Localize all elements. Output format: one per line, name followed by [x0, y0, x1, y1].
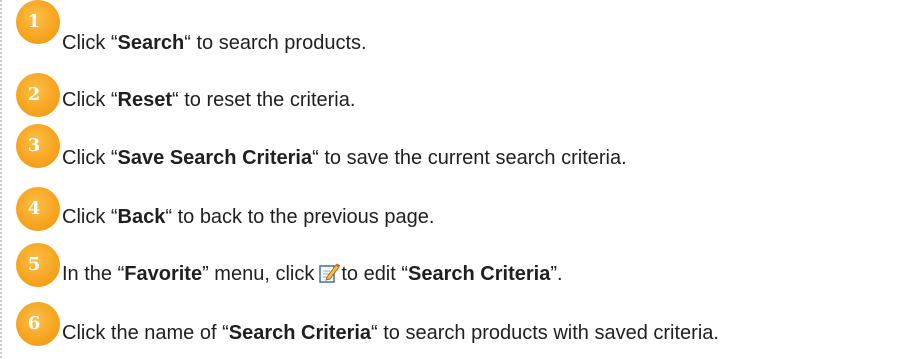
step-badge-4: 4	[16, 187, 60, 231]
step-4-prefix: Click “	[62, 206, 118, 228]
instruction-list: 1 Click “Search“ to search products. 2 C…	[0, 0, 923, 359]
step-5-suffix: ”.	[550, 263, 563, 285]
step-badge-6: 6	[16, 302, 60, 346]
step-6-suffix: “ to search products with saved criteria…	[371, 322, 719, 344]
step-text-6: Click the name of “Search Criteria“ to s…	[62, 321, 719, 345]
step-3-suffix: “ to save the current search criteria.	[312, 147, 627, 169]
step-1-bold: Search	[117, 32, 185, 54]
step-3-bold: Save Search Criteria	[117, 147, 313, 169]
step-1-prefix: Click “	[62, 32, 118, 54]
step-3-prefix: Click “	[62, 147, 118, 169]
step-badge-5: 5	[16, 243, 60, 287]
step-badge-1: 1	[16, 0, 60, 44]
step-4-suffix: “ to back to the previous page.	[165, 206, 435, 228]
step-text-4: Click “Back“ to back to the previous pag…	[62, 205, 434, 229]
step-2-suffix: “ to reset the criteria.	[172, 89, 356, 111]
step-badge-2: 2	[16, 73, 60, 117]
step-6-prefix: Click the name of “	[62, 322, 229, 344]
step-2-bold: Reset	[117, 89, 173, 111]
step-5-middle: ” menu, click	[202, 263, 315, 285]
step-1-suffix: “ to search products.	[184, 32, 367, 54]
step-4-bold: Back	[117, 206, 166, 228]
step-2-prefix: Click “	[62, 89, 118, 111]
left-dotted-rule	[0, 0, 2, 359]
step-5-prefix: In the “	[62, 263, 125, 285]
step-text-5: In the “Favorite” menu, click to edit “Se…	[62, 262, 563, 286]
step-5-bold2: Search Criteria	[408, 263, 551, 285]
step-text-1: Click “Search“ to search products.	[62, 31, 367, 55]
step-badge-3: 3	[16, 124, 60, 168]
edit-icon	[318, 262, 341, 284]
step-5-bold: Favorite	[124, 263, 203, 285]
step-5-middle2: to edit “	[341, 263, 409, 285]
step-6-bold: Search Criteria	[228, 322, 372, 344]
step-text-3: Click “Save Search Criteria“ to save the…	[62, 146, 627, 170]
step-text-2: Click “Reset“ to reset the criteria.	[62, 88, 355, 112]
